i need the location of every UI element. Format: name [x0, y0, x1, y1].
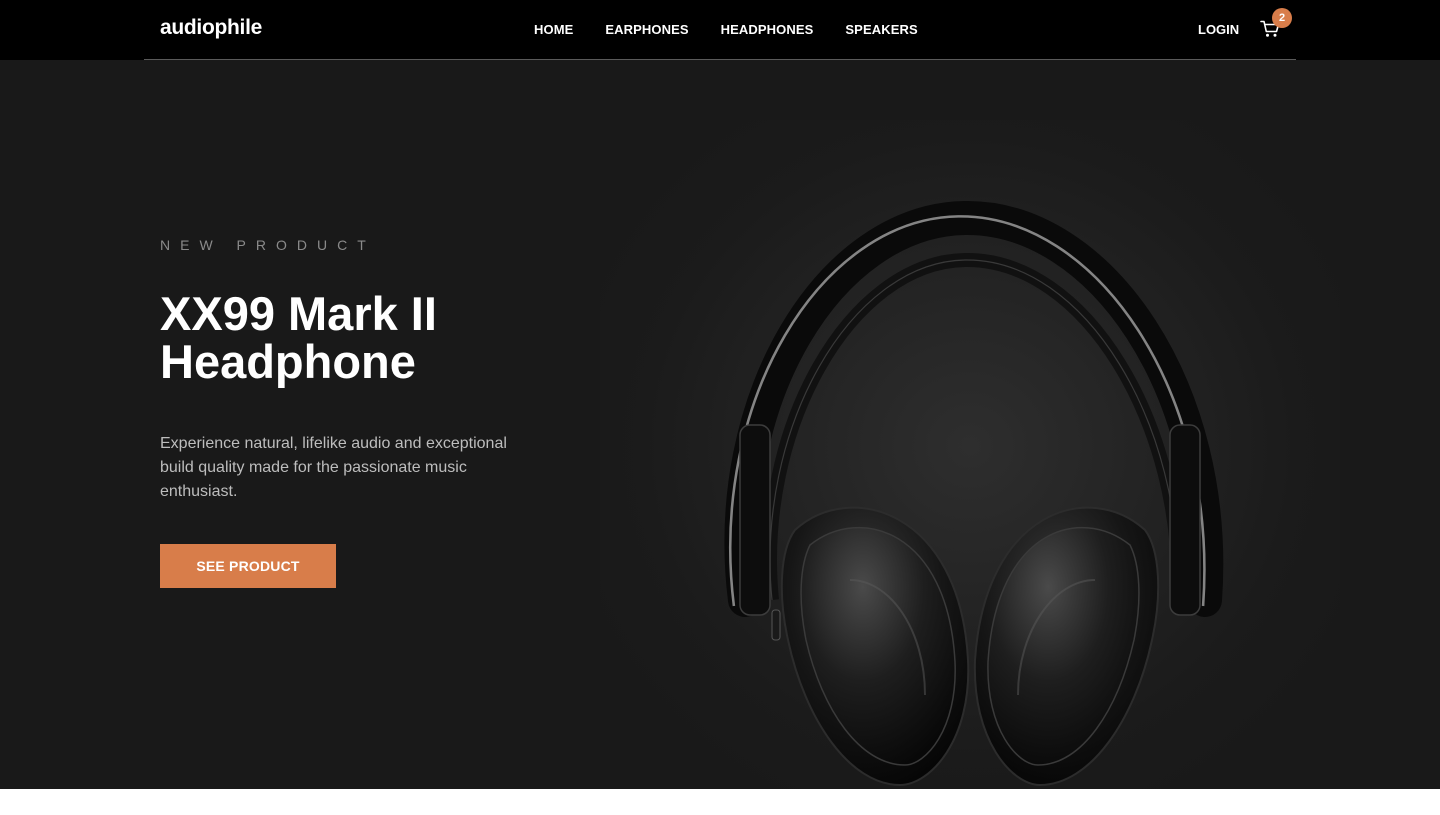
hero-title: XX99 Mark II Headphone: [160, 287, 437, 388]
headphones-image: [724, 200, 1224, 787]
hero-overline: NEW PRODUCT: [160, 237, 376, 253]
hero-description: Experience natural, lifelike audio and e…: [160, 435, 507, 500]
nav-home[interactable]: HOME: [534, 22, 573, 37]
logo[interactable]: audiophile: [160, 16, 262, 40]
nav-speakers[interactable]: SPEAKERS: [845, 22, 917, 37]
login-link[interactable]: LOGIN: [1198, 22, 1239, 37]
nav-headphones[interactable]: HEADPHONES: [721, 22, 814, 37]
hero-section: NEW PRODUCT XX99 Mark II Headphone Exper…: [0, 60, 1440, 789]
cart-count-badge: 2: [1272, 8, 1292, 28]
page: audiophile HOME EARPHONES HEADPHONES SPE…: [0, 0, 1440, 815]
see-product-button[interactable]: SEE PRODUCT: [160, 544, 336, 588]
main-nav: HOME EARPHONES HEADPHONES SPEAKERS: [534, 22, 918, 37]
site-header: audiophile HOME EARPHONES HEADPHONES SPE…: [0, 0, 1440, 60]
nav-earphones[interactable]: EARPHONES: [605, 22, 688, 37]
header-inner: audiophile HOME EARPHONES HEADPHONES SPE…: [144, 0, 1296, 60]
below-hero-area: [0, 789, 1440, 815]
cart-button[interactable]: 2: [1260, 8, 1292, 42]
